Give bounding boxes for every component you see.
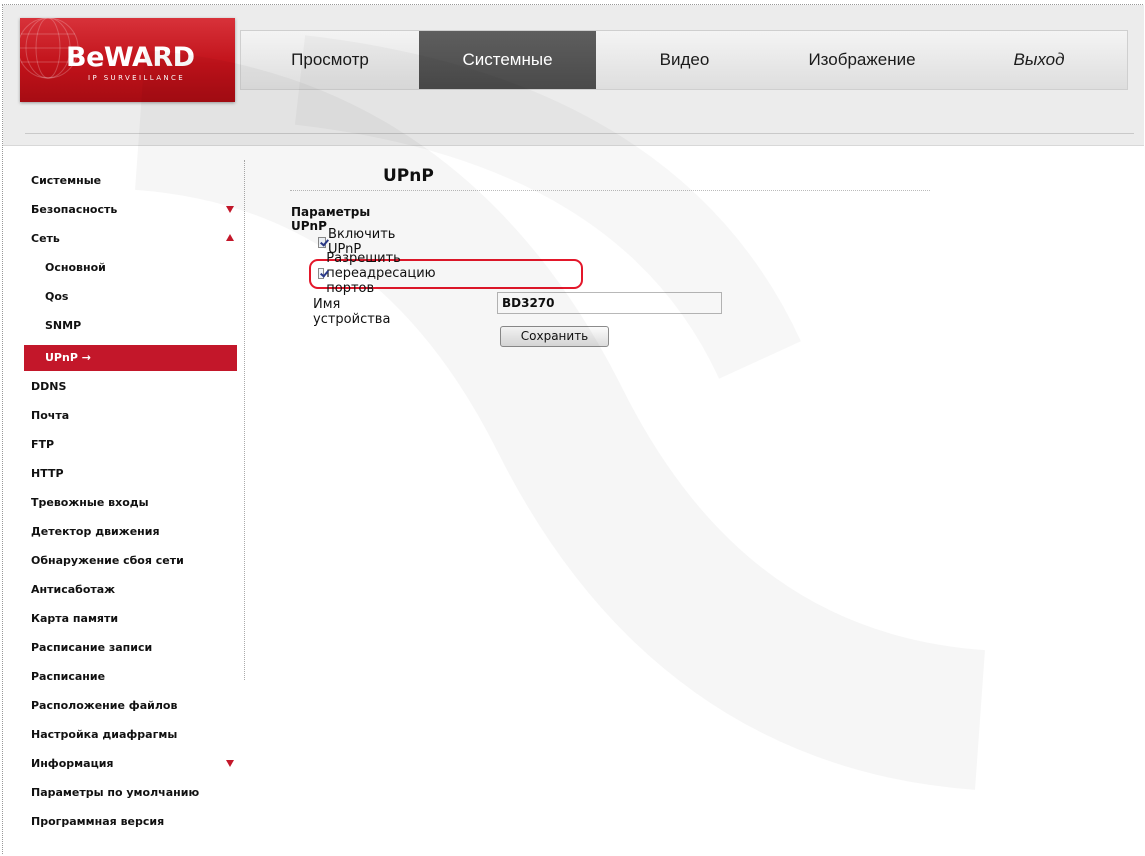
sidebar-item-label: SNMP — [45, 319, 82, 332]
sidebar-item-mail[interactable]: Почта — [0, 403, 235, 429]
sidebar-item-tamper[interactable]: Антисаботаж — [0, 577, 235, 603]
enable-upnp-checkbox[interactable] — [318, 236, 327, 248]
sidebar-item-label: Антисаботаж — [31, 583, 116, 596]
sidebar-item-label: Детектор движения — [31, 525, 160, 538]
brand-name: BeWARD — [66, 42, 195, 73]
sidebar-item-label: Информация — [31, 757, 114, 770]
sidebar-item-label: Системные — [31, 174, 102, 187]
sidebar-item-label: HTTP — [31, 467, 64, 480]
sidebar-item-label: Тревожные входы — [31, 496, 149, 509]
page-title: UPnP — [383, 166, 434, 186]
sidebar-item-qos[interactable]: Qos — [0, 284, 235, 310]
sidebar-item-info[interactable]: Информация — [0, 751, 235, 777]
port-forward-row: Разрешить переадресацию портов — [318, 251, 440, 296]
brand-tagline: IP SURVEILLANCE — [88, 74, 186, 82]
sidebar-item-label: Сеть — [31, 232, 60, 245]
sidebar-item-label: Почта — [31, 409, 70, 422]
sidebar-item-basic[interactable]: Основной — [0, 255, 235, 281]
sidebar-item-memory-card[interactable]: Карта памяти — [0, 606, 235, 632]
tab-system[interactable]: Системные — [419, 31, 596, 89]
top-nav: Просмотр Системные Видео Изображение Вых… — [240, 30, 1128, 90]
sidebar-item-defaults[interactable]: Параметры по умолчанию — [0, 780, 235, 806]
header-divider — [25, 133, 1134, 134]
tab-image[interactable]: Изображение — [773, 31, 951, 89]
port-forward-checkbox[interactable] — [318, 267, 325, 279]
sidebar-item-label: Параметры по умолчанию — [31, 786, 200, 799]
sidebar-item-label: Настройка диафрагмы — [31, 728, 178, 741]
collapse-arrow-icon[interactable] — [226, 234, 234, 241]
sidebar-item-schedule[interactable]: Расписание — [0, 664, 235, 690]
sidebar-item-label: Безопасность — [31, 203, 118, 216]
sidebar-item-ddns[interactable]: DDNS — [0, 374, 235, 400]
enable-upnp-row: Включить UPnP — [318, 227, 398, 257]
title-divider — [290, 190, 930, 191]
sidebar-item-firmware[interactable]: Программная версия — [0, 809, 235, 835]
sidebar-item-label: UPnP → — [45, 351, 91, 364]
tab-video[interactable]: Видео — [596, 31, 773, 89]
sidebar-item-record-schedule[interactable]: Расписание записи — [0, 635, 235, 661]
sidebar-item-label: Расположение файлов — [31, 699, 178, 712]
sidebar-item-label: Расписание — [31, 670, 106, 683]
sidebar-item-label: DDNS — [31, 380, 67, 393]
sidebar-item-http[interactable]: HTTP — [0, 461, 235, 487]
sidebar-item-file-location[interactable]: Расположение файлов — [0, 693, 235, 719]
brand-logo[interactable]: BeWARD IP SURVEILLANCE — [20, 18, 235, 102]
tab-view[interactable]: Просмотр — [241, 31, 419, 89]
sidebar-item-ftp[interactable]: FTP — [0, 432, 235, 458]
sidebar-item-label: Qos — [45, 290, 69, 303]
sidebar-item-iris[interactable]: Настройка диафрагмы — [0, 722, 235, 748]
sidebar-item-label: Карта памяти — [31, 612, 119, 625]
sidebar-divider — [244, 160, 245, 680]
sidebar-item-network-failure[interactable]: Обнаружение сбоя сети — [0, 548, 235, 574]
sidebar-item-security[interactable]: Безопасность — [0, 197, 235, 223]
device-name-input[interactable] — [497, 292, 722, 314]
sidebar-item-upnp[interactable]: UPnP → — [24, 345, 237, 371]
sidebar-item-network[interactable]: Сеть — [0, 226, 235, 252]
expand-arrow-icon[interactable] — [226, 206, 234, 213]
sidebar-item-system[interactable]: Системные — [0, 168, 235, 194]
sidebar-item-motion-detector[interactable]: Детектор движения — [0, 519, 235, 545]
sidebar-item-label: FTP — [31, 438, 55, 451]
save-button[interactable]: Сохранить — [500, 326, 609, 347]
tab-logout[interactable]: Выход — [951, 31, 1127, 89]
sidebar-item-label: Обнаружение сбоя сети — [31, 554, 184, 567]
sidebar-item-label: Расписание записи — [31, 641, 153, 654]
expand-arrow-icon[interactable] — [226, 760, 234, 767]
port-forward-label: Разрешить переадресацию портов — [326, 250, 436, 296]
sidebar-item-label: Программная версия — [31, 815, 165, 828]
sidebar-item-label: Основной — [45, 261, 106, 274]
device-name-label: Имя устройства — [313, 297, 391, 327]
sidebar-item-alarm-inputs[interactable]: Тревожные входы — [0, 490, 235, 516]
sidebar-item-snmp[interactable]: SNMP — [0, 313, 235, 339]
